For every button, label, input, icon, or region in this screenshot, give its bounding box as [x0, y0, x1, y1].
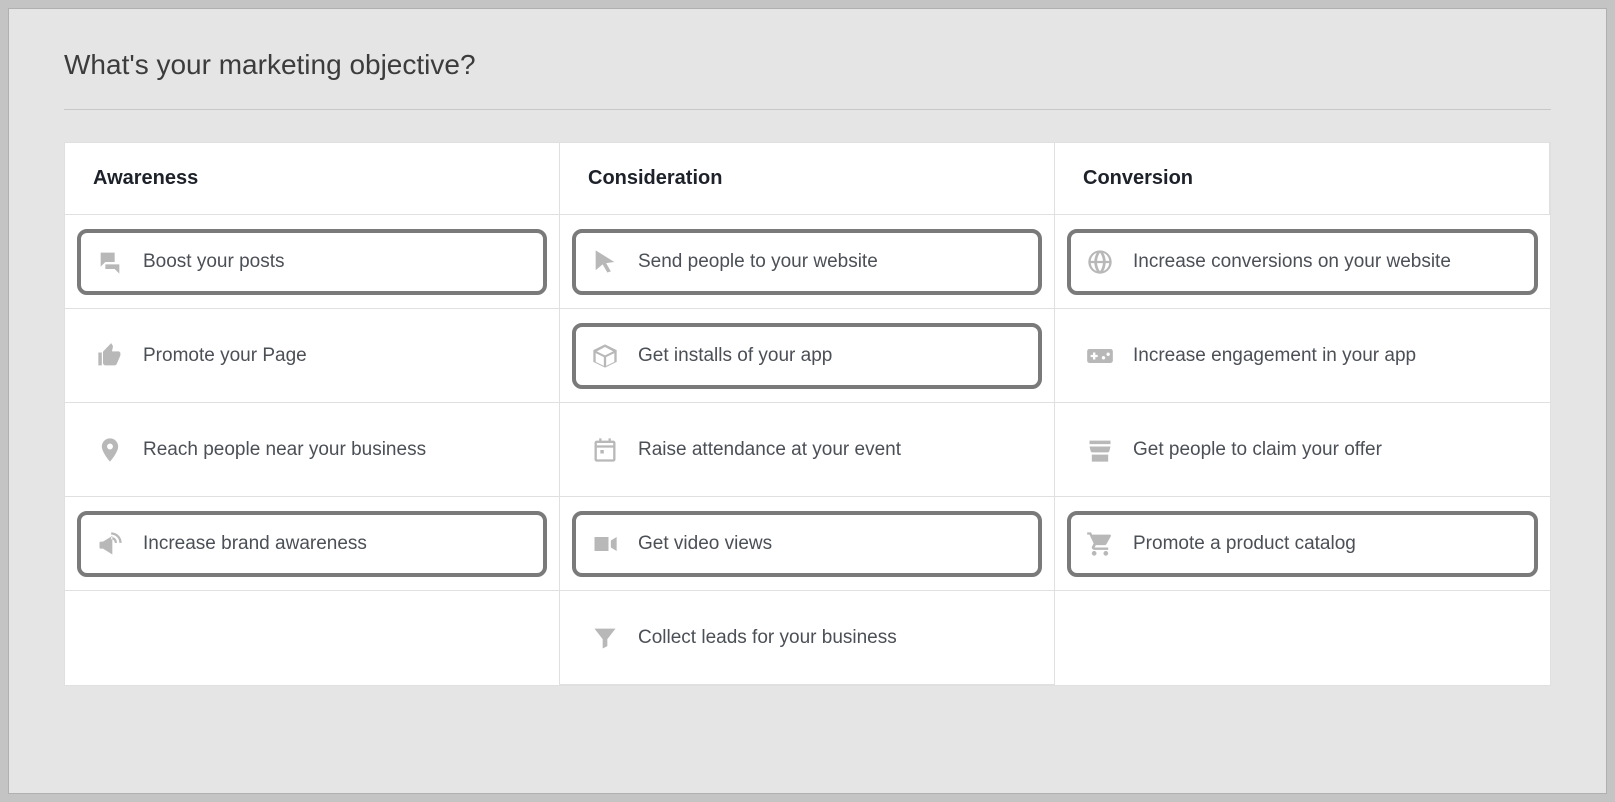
objective-label: Increase conversions on your website: [1133, 251, 1520, 273]
box-icon: [590, 341, 620, 371]
column-header-consideration: Consideration: [560, 143, 1055, 215]
empty-cell: [65, 591, 560, 685]
page-title: What's your marketing objective?: [64, 49, 1551, 81]
column-header-conversion: Conversion: [1055, 143, 1550, 215]
objective-event-attendance[interactable]: Raise attendance at your event: [572, 417, 1042, 483]
objective-label: Increase engagement in your app: [1133, 345, 1520, 367]
objective-label: Promote a product catalog: [1133, 533, 1520, 555]
objective-conversions[interactable]: Increase conversions on your website: [1067, 229, 1538, 295]
objective-label: Increase brand awareness: [143, 533, 529, 555]
objective-collect-leads[interactable]: Collect leads for your business: [572, 605, 1042, 671]
comments-icon: [95, 247, 125, 277]
map-pin-icon: [95, 435, 125, 465]
column-header-awareness: Awareness: [65, 143, 560, 215]
objective-product-catalog[interactable]: Promote a product catalog: [1067, 511, 1538, 577]
objectives-grid: Awareness Consideration Conversion Boost…: [64, 142, 1551, 686]
objective-label: Boost your posts: [143, 251, 529, 273]
objective-screen: What's your marketing objective? Awarene…: [8, 8, 1607, 794]
shopping-cart-icon: [1085, 529, 1115, 559]
objective-app-engagement[interactable]: Increase engagement in your app: [1067, 323, 1538, 389]
objective-app-installs[interactable]: Get installs of your app: [572, 323, 1042, 389]
objective-label: Get people to claim your offer: [1133, 439, 1520, 461]
objective-boost-posts[interactable]: Boost your posts: [77, 229, 547, 295]
divider: [64, 109, 1551, 110]
objective-video-views[interactable]: Get video views: [572, 511, 1042, 577]
objective-label: Raise attendance at your event: [638, 439, 1024, 461]
objective-label: Send people to your website: [638, 251, 1024, 273]
objective-label: Get video views: [638, 533, 1024, 555]
cursor-icon: [590, 247, 620, 277]
objective-brand-awareness[interactable]: Increase brand awareness: [77, 511, 547, 577]
calendar-icon: [590, 435, 620, 465]
objective-claim-offer[interactable]: Get people to claim your offer: [1067, 417, 1538, 483]
gamepad-icon: [1085, 341, 1115, 371]
objective-label: Reach people near your business: [143, 439, 529, 461]
objective-promote-page[interactable]: Promote your Page: [77, 323, 547, 389]
thumbs-up-icon: [95, 341, 125, 371]
video-icon: [590, 529, 620, 559]
globe-icon: [1085, 247, 1115, 277]
objective-label: Promote your Page: [143, 345, 529, 367]
storefront-icon: [1085, 435, 1115, 465]
objective-reach-nearby[interactable]: Reach people near your business: [77, 417, 547, 483]
funnel-icon: [590, 623, 620, 653]
empty-cell: [1055, 591, 1550, 685]
objective-send-website[interactable]: Send people to your website: [572, 229, 1042, 295]
objective-label: Get installs of your app: [638, 345, 1024, 367]
objective-label: Collect leads for your business: [638, 627, 1024, 649]
megaphone-icon: [95, 529, 125, 559]
